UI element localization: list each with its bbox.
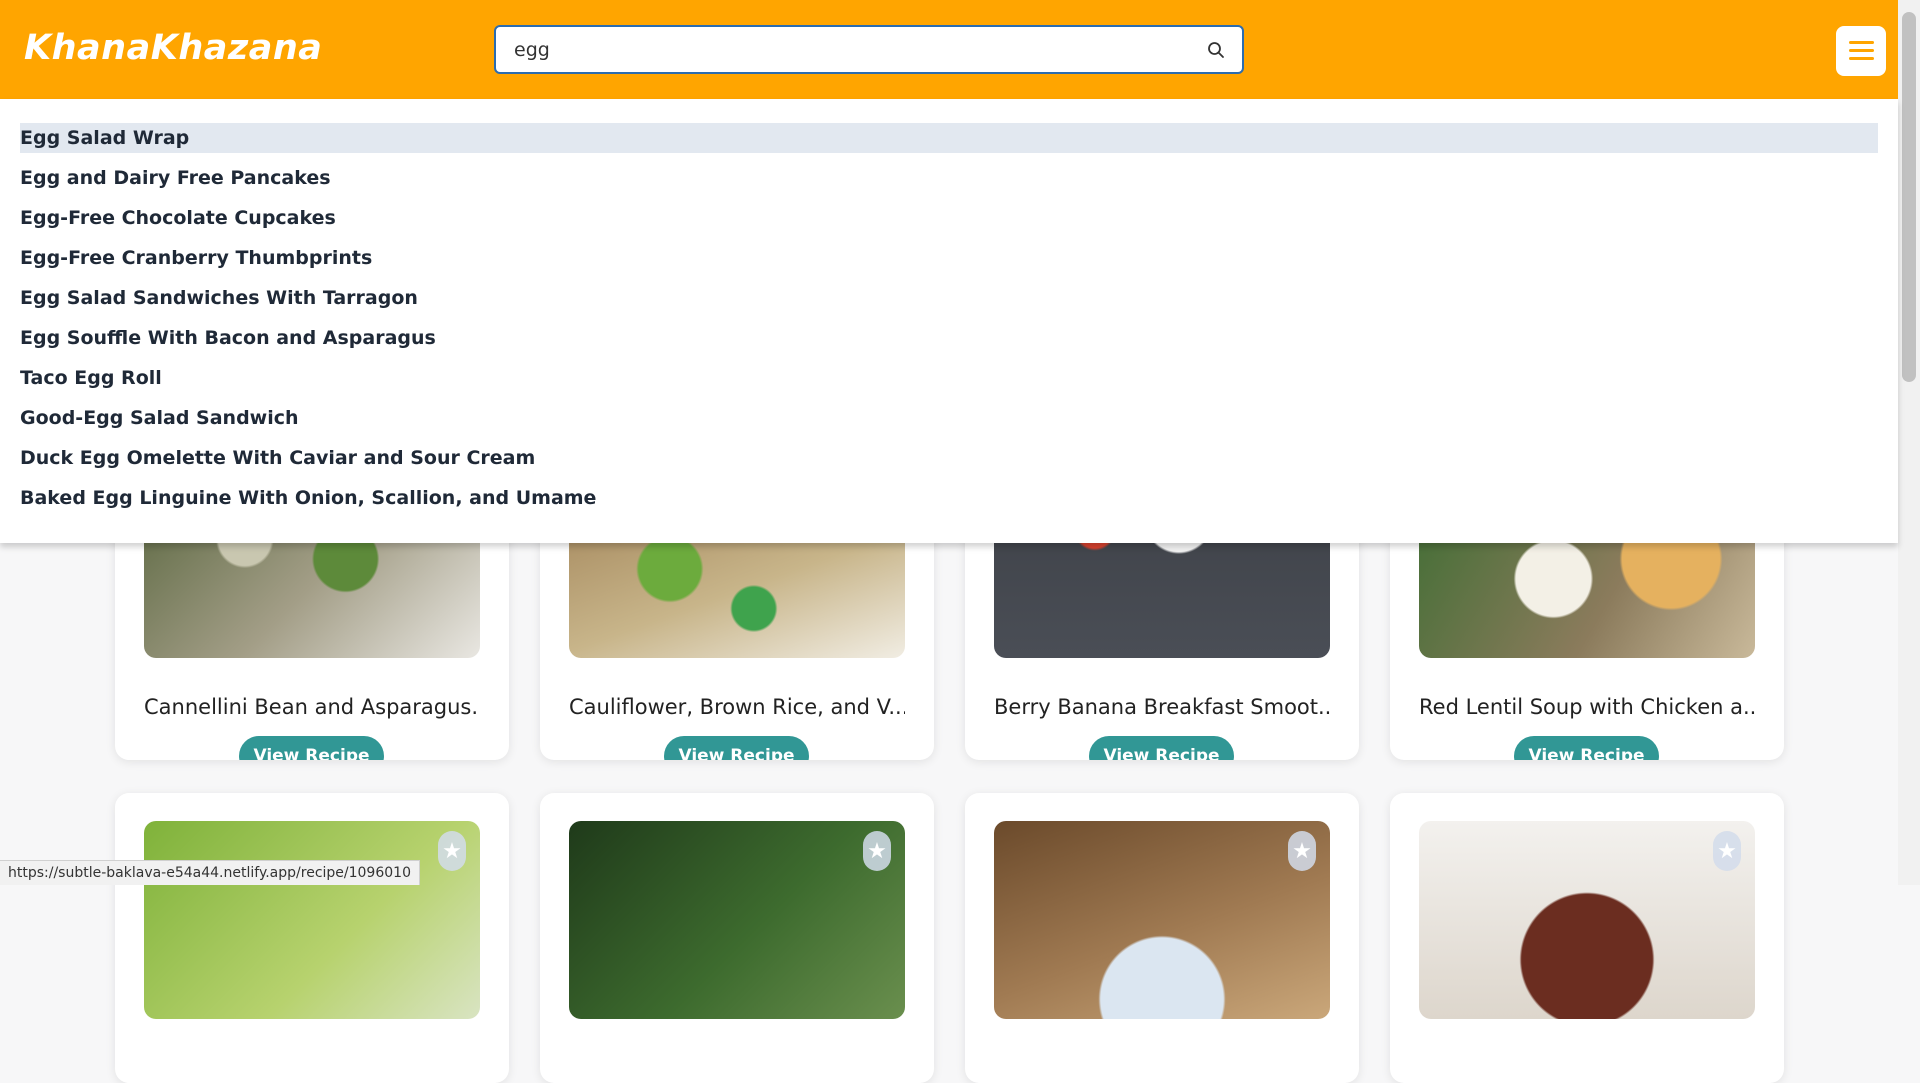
star-icon: ★ (1292, 838, 1312, 863)
suggestion-item[interactable]: Egg and Dairy Free Pancakes (20, 163, 1878, 193)
favorite-star-button[interactable]: ★ (863, 831, 891, 871)
hamburger-menu-button[interactable] (1836, 26, 1886, 76)
suggestion-item[interactable]: Egg Salad Wrap (20, 123, 1878, 153)
view-recipe-button[interactable]: View Recipe (1514, 736, 1659, 760)
search-box[interactable] (494, 25, 1244, 74)
recipe-title: Berry Banana Breakfast Smoot... (994, 695, 1330, 719)
recipe-card: ★ (965, 793, 1359, 1083)
favorite-star-button[interactable]: ★ (1288, 831, 1316, 871)
suggestion-item[interactable]: Egg Salad Sandwiches With Tarragon (20, 283, 1878, 313)
search-suggestions-dropdown: Egg Salad Wrap Egg and Dairy Free Pancak… (0, 99, 1898, 543)
suggestion-item[interactable]: Duck Egg Omelette With Caviar and Sour C… (20, 443, 1878, 473)
link-status-bar: https://subtle-baklava-e54a44.netlify.ap… (0, 860, 420, 885)
recipe-card: ★ (1390, 793, 1784, 1083)
search-icon[interactable] (1206, 40, 1226, 60)
favorite-star-button[interactable]: ★ (1713, 831, 1741, 871)
suggestion-item[interactable]: Taco Egg Roll (20, 363, 1878, 393)
suggestion-item[interactable]: Egg Souffle With Bacon and Asparagus (20, 323, 1878, 353)
brand-logo[interactable]: KhanaKhazana (24, 28, 322, 68)
top-header: KhanaKhazana (0, 0, 1898, 99)
suggestion-item[interactable]: Good-Egg Salad Sandwich (20, 403, 1878, 433)
recipe-title: Cauliflower, Brown Rice, and V... (569, 695, 905, 719)
recipe-card: ★ (115, 793, 509, 1083)
search-input[interactable] (514, 37, 1174, 63)
favorite-star-button[interactable]: ★ (438, 831, 466, 871)
recipe-image: ★ (144, 821, 480, 1019)
recipe-title: Red Lentil Soup with Chicken a... (1419, 695, 1755, 719)
recipe-image: ★ (569, 821, 905, 1019)
suggestion-item[interactable]: Egg-Free Cranberry Thumbprints (20, 243, 1878, 273)
suggestion-item[interactable]: Egg-Free Chocolate Cupcakes (20, 203, 1878, 233)
scrollbar-thumb[interactable] (1902, 12, 1916, 382)
star-icon: ★ (867, 838, 887, 863)
recipe-image: ★ (1419, 821, 1755, 1019)
view-recipe-button[interactable]: View Recipe (239, 736, 384, 760)
star-icon: ★ (1717, 838, 1737, 863)
view-recipe-button[interactable]: View Recipe (664, 736, 809, 760)
suggestion-item[interactable]: Baked Egg Linguine With Onion, Scallion,… (20, 483, 1878, 513)
page-scrollbar[interactable] (1898, 0, 1920, 885)
recipe-image: ★ (994, 821, 1330, 1019)
view-recipe-button[interactable]: View Recipe (1089, 736, 1234, 760)
recipe-card: ★ (540, 793, 934, 1083)
star-icon: ★ (442, 838, 462, 863)
recipe-title: Cannellini Bean and Asparagus... (144, 695, 480, 719)
hamburger-menu-icon (1849, 41, 1874, 44)
